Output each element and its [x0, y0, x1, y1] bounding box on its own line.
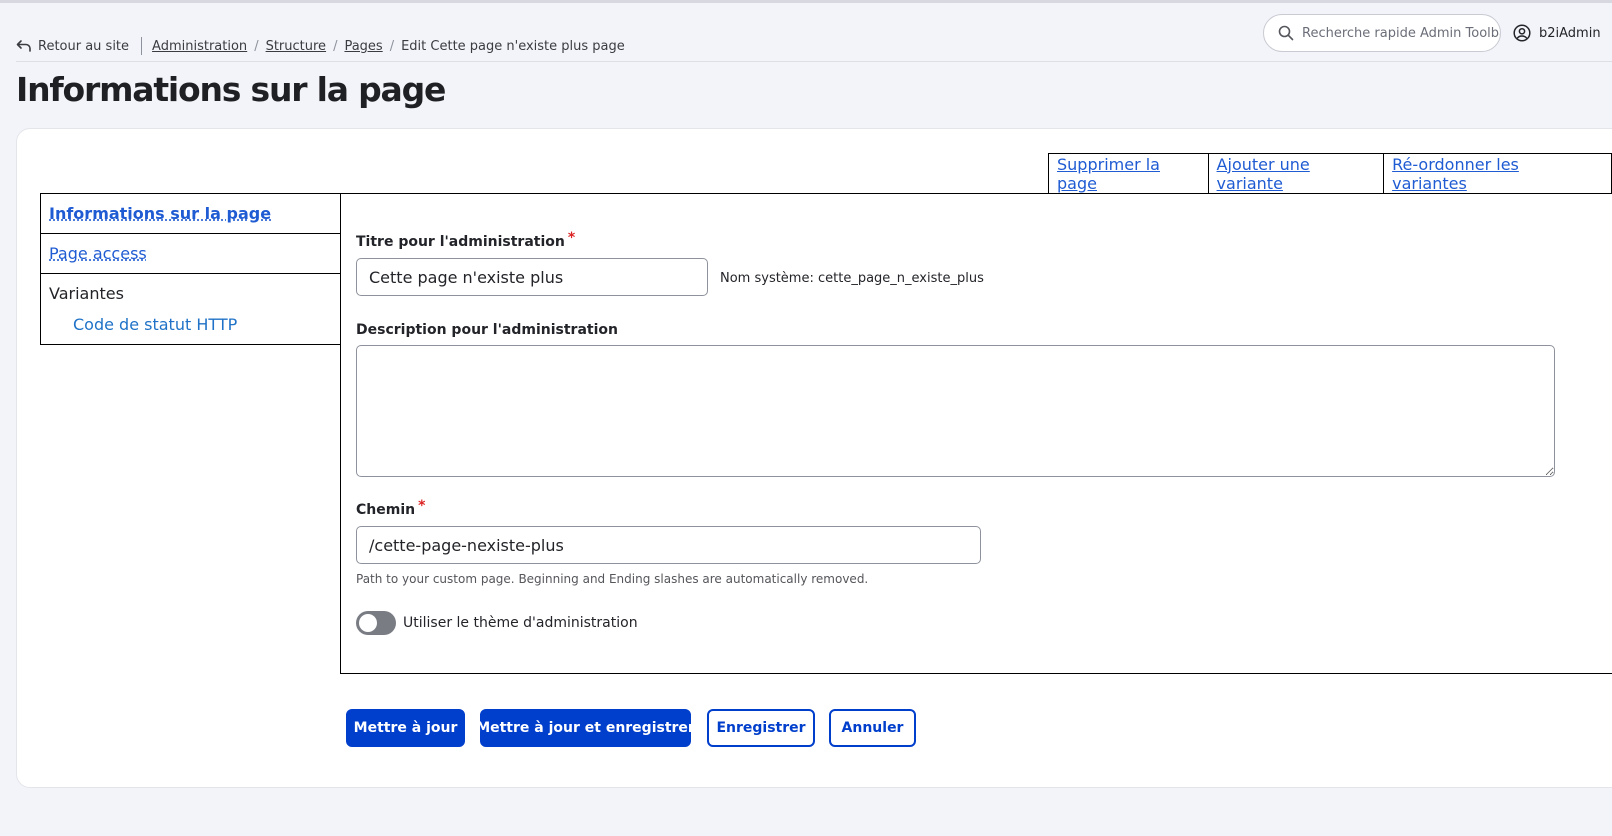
- reorder-variants-link[interactable]: Ré-ordonner les variantes: [1392, 155, 1591, 193]
- page-title: Informations sur la page: [16, 70, 445, 109]
- page-operations: Supprimer la page Ajouter une variante R…: [1048, 153, 1612, 193]
- admin-title-label: Titre pour l'administration *: [356, 234, 575, 250]
- user-icon: [1513, 24, 1531, 42]
- vertical-tabs: Informations sur la page Page access Var…: [40, 193, 340, 345]
- user-name: b2iAdmin: [1539, 26, 1601, 41]
- page-header: Retour au site Administration / Structur…: [0, 3, 1612, 63]
- admin-theme-label: Utiliser le thème d'administration: [403, 615, 638, 631]
- admin-title-label-text: Titre pour l'administration: [356, 234, 565, 250]
- update-and-save-button[interactable]: Mettre à jour et enregistrer: [480, 709, 691, 747]
- vtab-page-access: Page access: [41, 234, 340, 274]
- machine-name: Nom système: cette_page_n_existe_plus: [720, 271, 984, 286]
- vtab-page-information: Informations sur la page: [41, 194, 340, 234]
- description-label: Description pour l'administration: [356, 322, 618, 338]
- breadcrumb-separator: /: [390, 39, 394, 54]
- path-label: Chemin *: [356, 502, 425, 518]
- admin-theme-toggle[interactable]: [356, 611, 396, 635]
- breadcrumb-separator: /: [333, 39, 337, 54]
- vtab-page-information-link[interactable]: Informations sur la page: [49, 204, 271, 223]
- back-arrow-icon: [16, 39, 32, 53]
- save-button[interactable]: Enregistrer: [707, 709, 815, 747]
- toggle-knob: [359, 614, 377, 632]
- breadcrumb-administration[interactable]: Administration: [152, 39, 247, 54]
- delete-page-link[interactable]: Supprimer la page: [1057, 155, 1200, 193]
- quick-search: [1263, 14, 1501, 52]
- variant-http-status-link[interactable]: Code de statut HTTP: [49, 315, 340, 334]
- description-textarea[interactable]: [356, 345, 1555, 477]
- breadcrumb-current: Edit Cette page n'existe plus page: [401, 39, 625, 54]
- breadcrumb: Retour au site Administration / Structur…: [16, 37, 625, 55]
- path-input[interactable]: [356, 526, 981, 564]
- vtab-variants-group: Variantes Code de statut HTTP: [41, 274, 340, 344]
- required-marker: *: [568, 230, 575, 246]
- operation-item: Ajouter une variante: [1209, 154, 1385, 193]
- update-button[interactable]: Mettre à jour: [346, 709, 465, 747]
- user-menu[interactable]: b2iAdmin: [1513, 24, 1601, 42]
- quick-search-input[interactable]: [1302, 26, 1500, 41]
- breadcrumb-divider: [141, 37, 142, 55]
- breadcrumb-separator: /: [254, 39, 258, 54]
- back-to-site-link[interactable]: Retour au site: [16, 39, 129, 54]
- operation-item: Ré-ordonner les variantes: [1384, 154, 1611, 193]
- required-marker: *: [418, 498, 425, 514]
- vtab-page-access-link[interactable]: Page access: [49, 244, 147, 263]
- breadcrumb-pages[interactable]: Pages: [344, 39, 382, 54]
- cancel-button[interactable]: Annuler: [829, 709, 916, 747]
- add-variant-link[interactable]: Ajouter une variante: [1217, 155, 1376, 193]
- operation-item: Supprimer la page: [1049, 154, 1209, 193]
- admin-title-input[interactable]: [356, 258, 708, 296]
- path-help-text: Path to your custom page. Beginning and …: [356, 572, 868, 586]
- breadcrumb-structure[interactable]: Structure: [266, 39, 326, 54]
- search-icon: [1278, 25, 1294, 41]
- variants-label: Variantes: [49, 284, 340, 303]
- header-divider: [16, 61, 1612, 62]
- back-to-site-label: Retour au site: [38, 39, 129, 54]
- path-label-text: Chemin: [356, 502, 415, 518]
